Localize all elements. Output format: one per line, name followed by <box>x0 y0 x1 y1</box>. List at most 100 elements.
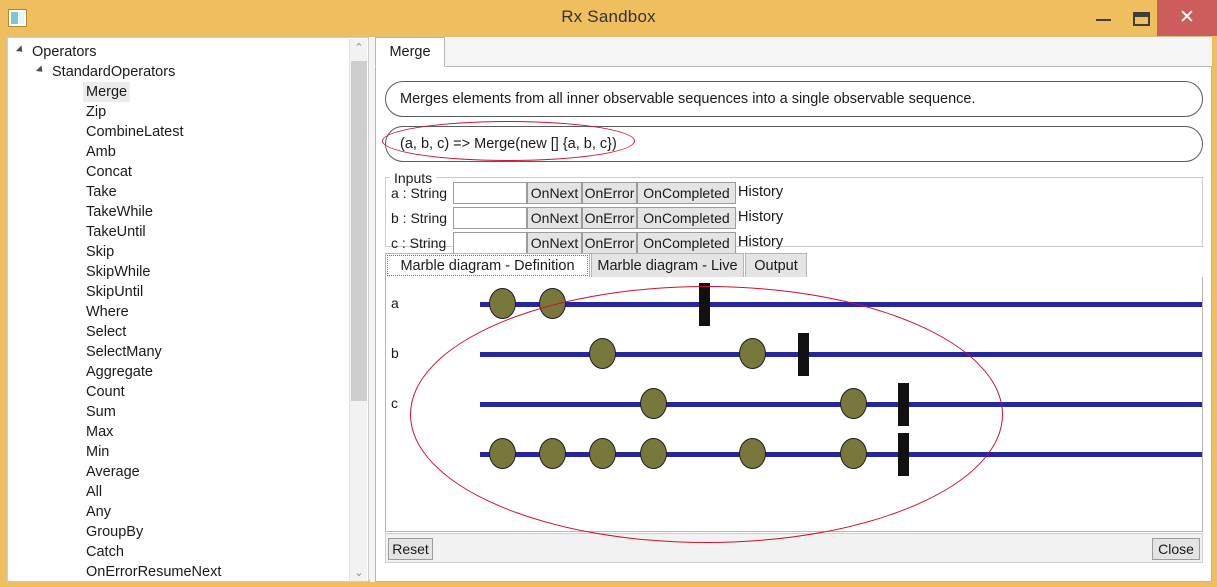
tree-item-catch[interactable]: Catch <box>8 542 127 562</box>
input-type-label: b : String <box>391 210 448 226</box>
timeline-label-c: c <box>391 395 398 411</box>
input-value-field-b[interactable] <box>453 207 527 229</box>
completed-marker-a[interactable] <box>699 283 710 326</box>
tree-item-label: TakeUntil <box>86 224 146 240</box>
marble-a-1[interactable] <box>539 288 566 319</box>
marble-result-1[interactable] <box>539 438 566 469</box>
tree-item-label: CombineLatest <box>86 124 184 140</box>
tree-item-groupby[interactable]: GroupBy <box>8 522 146 542</box>
tree-item-combinelatest[interactable]: CombineLatest <box>8 122 187 142</box>
marble-b-0[interactable] <box>589 338 616 369</box>
tree-item-label: Any <box>86 504 111 520</box>
tree-item-count[interactable]: Count <box>8 382 128 402</box>
oncompleted-button-b[interactable]: OnCompleted <box>637 207 736 229</box>
onerror-button-b[interactable]: OnError <box>582 207 637 229</box>
marble-c-1[interactable] <box>840 388 867 419</box>
client-area: Operators StandardOperators Merge Zip Combin… <box>6 36 1212 582</box>
onerror-button-c[interactable]: OnError <box>582 232 637 254</box>
close-window-button[interactable]: ✕ <box>1157 0 1217 36</box>
marble-result-2[interactable] <box>589 438 616 469</box>
scrollbar-thumb[interactable] <box>351 61 367 401</box>
tree-item-label: Count <box>86 384 125 400</box>
tree-item-label: Amb <box>86 144 116 160</box>
tree-item-max[interactable]: Max <box>8 422 116 442</box>
operator-detail-panel: Merge Merges elements from all inner obs… <box>370 37 1212 582</box>
marble-a-0[interactable] <box>489 288 516 319</box>
tree-item-label: TakeWhile <box>86 204 153 220</box>
tab-merge[interactable]: Merge <box>375 37 445 67</box>
tree-item-label: Take <box>86 184 117 200</box>
completed-marker-result[interactable] <box>898 433 909 476</box>
tree-scrollbar[interactable]: ⌃ ⌄ <box>349 39 368 581</box>
marble-c-0[interactable] <box>640 388 667 419</box>
tree-item-standardoperators[interactable]: StandardOperators <box>8 62 178 82</box>
tree-item-onerrorresumenext[interactable]: OnErrorResumeNext <box>8 562 224 581</box>
tree-item-zip[interactable]: Zip <box>8 102 109 122</box>
completed-marker-c[interactable] <box>898 383 909 426</box>
marble-tab-1[interactable]: Marble diagram - Live <box>591 253 744 278</box>
marble-tab-2[interactable]: Output <box>745 253 807 278</box>
tree-item-takeuntil[interactable]: TakeUntil <box>8 222 149 242</box>
tree-item-min[interactable]: Min <box>8 442 112 462</box>
scroll-down-icon[interactable]: ⌄ <box>350 564 368 581</box>
tree-item-selectmany[interactable]: SelectMany <box>8 342 165 362</box>
tree-item-merge[interactable]: Merge <box>8 82 131 102</box>
onerror-button-a[interactable]: OnError <box>582 182 637 204</box>
tree-item-operators[interactable]: Operators <box>8 42 99 62</box>
marble-result-4[interactable] <box>739 438 766 469</box>
scroll-up-icon[interactable]: ⌃ <box>350 39 368 57</box>
window-title: Rx Sandbox <box>561 7 656 26</box>
tree-item-skipwhile[interactable]: SkipWhile <box>8 262 153 282</box>
input-type-label: c : String <box>391 235 447 251</box>
tree-item-skipuntil[interactable]: SkipUntil <box>8 282 146 302</box>
operator-tabstrip: Merge <box>375 37 1212 67</box>
tree-item-take[interactable]: Take <box>8 182 120 202</box>
tree-item-average[interactable]: Average <box>8 462 143 482</box>
tree-item-label: OnErrorResumeNext <box>86 564 222 580</box>
tree-item-sum[interactable]: Sum <box>8 402 119 422</box>
close-button[interactable]: Close <box>1152 538 1200 560</box>
tree-item-label: Catch <box>86 544 124 560</box>
history-label-a: History <box>738 184 784 200</box>
tree-item-skip[interactable]: Skip <box>8 242 117 262</box>
tree-item-label: Concat <box>86 164 132 180</box>
expander-triangle-icon[interactable] <box>15 45 26 55</box>
timeline-a[interactable] <box>480 302 1202 307</box>
tree-item-label: SkipWhile <box>86 264 151 280</box>
tree-item-all[interactable]: All <box>8 482 105 502</box>
oncompleted-button-c[interactable]: OnCompleted <box>637 232 736 254</box>
marble-result-3[interactable] <box>640 438 667 469</box>
input-value-field-a[interactable] <box>453 182 527 204</box>
tree-item-label: Sum <box>86 404 116 420</box>
marble-result-5[interactable] <box>840 438 867 469</box>
operators-tree-panel[interactable]: Operators StandardOperators Merge Zip Combin… <box>7 37 369 582</box>
reset-button[interactable]: Reset <box>388 538 433 560</box>
marble-tab-0[interactable]: Marble diagram - Definition <box>385 253 590 278</box>
tree-item-where[interactable]: Where <box>8 302 132 322</box>
marble-result-0[interactable] <box>489 438 516 469</box>
title-bar: Rx Sandbox ✕ <box>0 0 1217 36</box>
marble-b-1[interactable] <box>739 338 766 369</box>
tree-item-label: Zip <box>86 104 107 120</box>
input-value-field-c[interactable] <box>453 232 527 254</box>
input-row: a : String OnNext OnError OnCompleted Histor… <box>385 182 1203 205</box>
tree-item-label: Skip <box>86 244 115 260</box>
onnext-button-a[interactable]: OnNext <box>527 182 582 204</box>
input-type-label: a : String <box>391 185 448 201</box>
onnext-button-c[interactable]: OnNext <box>527 232 582 254</box>
timeline-label-a: a <box>391 295 399 311</box>
tree-item-aggregate[interactable]: Aggregate <box>8 362 156 382</box>
tree-item-select[interactable]: Select <box>8 322 129 342</box>
tree-item-takewhile[interactable]: TakeWhile <box>8 202 156 222</box>
expander-triangle-icon[interactable] <box>35 65 46 75</box>
onnext-button-b[interactable]: OnNext <box>527 207 582 229</box>
marble-diagram-canvas[interactable]: a b c <box>385 277 1203 532</box>
application-window: Rx Sandbox ✕ Operators StandardOperators M… <box>0 0 1217 587</box>
completed-marker-b[interactable] <box>798 333 809 376</box>
tree-item-concat[interactable]: Concat <box>8 162 135 182</box>
tree-item-amb[interactable]: Amb <box>8 142 119 162</box>
tree-item-any[interactable]: Any <box>8 502 114 522</box>
expression-field[interactable]: (a, b, c) => Merge(new [] {a, b, c}) <box>385 126 1203 162</box>
oncompleted-button-a[interactable]: OnCompleted <box>637 182 736 204</box>
timeline-label-b: b <box>391 345 399 361</box>
